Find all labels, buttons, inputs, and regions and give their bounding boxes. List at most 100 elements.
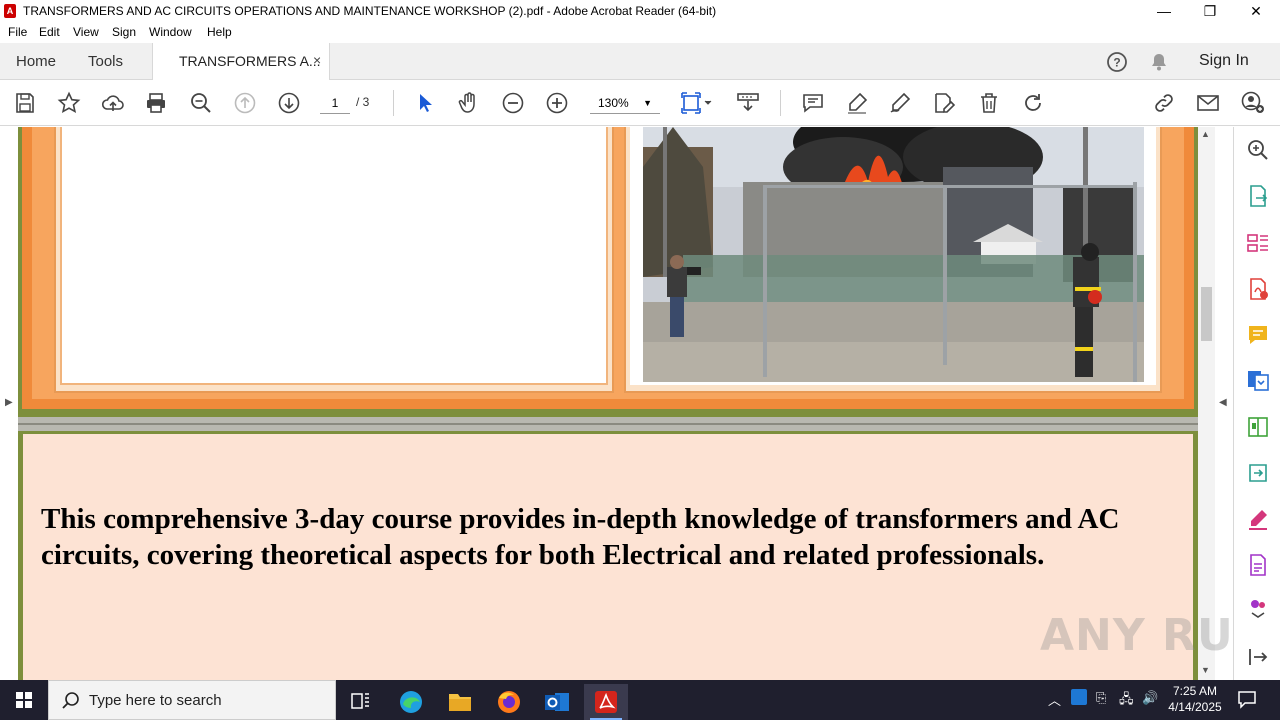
tab-close-icon[interactable]: ×	[313, 52, 321, 68]
tab-tools[interactable]: Tools	[88, 53, 123, 70]
notifications-icon[interactable]	[1236, 688, 1258, 710]
scroll-mode-icon[interactable]	[736, 91, 760, 115]
right-content-box	[624, 127, 1162, 393]
rotate-icon[interactable]	[1021, 91, 1045, 115]
zoom-in-icon[interactable]	[545, 91, 569, 115]
maximize-button[interactable]: ❐	[1187, 0, 1233, 22]
fill-sign-icon[interactable]	[1246, 507, 1270, 531]
create-pdf-icon[interactable]	[1246, 277, 1270, 301]
fit-page-icon[interactable]	[680, 91, 714, 115]
collapse-right-icon[interactable]: ◀	[1219, 397, 1227, 408]
page-up-icon[interactable]	[233, 91, 257, 115]
select-arrow-icon[interactable]	[413, 91, 437, 115]
file-explorer-icon[interactable]	[438, 684, 482, 720]
help-icon[interactable]: ?	[1106, 51, 1128, 73]
collapse-panel-icon[interactable]	[1246, 645, 1270, 669]
organize-pages-icon[interactable]	[1246, 231, 1270, 255]
sign-icon[interactable]	[888, 91, 912, 115]
document-viewport[interactable]: ▶ This comprehensive 3-day course provid…	[0, 127, 1233, 680]
scrollbar-thumb[interactable]	[1201, 287, 1212, 341]
edit-icon[interactable]	[932, 91, 956, 115]
right-panel-toggle[interactable]: ◀	[1215, 127, 1233, 680]
scroll-down-icon[interactable]: ▼	[1201, 665, 1210, 675]
menu-help[interactable]: Help	[207, 25, 232, 39]
send-for-review-icon[interactable]	[1246, 461, 1270, 485]
page-number-input[interactable]: 1	[320, 92, 350, 114]
title-bar: A TRANSFORMERS AND AC CIRCUITS OPERATION…	[0, 0, 1280, 22]
minimize-button[interactable]: —	[1141, 0, 1187, 22]
compress-icon[interactable]	[1246, 415, 1270, 439]
link-icon[interactable]	[1152, 91, 1176, 115]
expand-left-icon[interactable]: ▶	[5, 397, 13, 408]
upload-icon[interactable]	[101, 91, 125, 115]
left-content-box	[54, 127, 614, 393]
close-window-button[interactable]: ✕	[1233, 0, 1279, 22]
taskbar-clock[interactable]: 7:25 AM 4/14/2025	[1162, 683, 1228, 715]
search-zoom-icon[interactable]	[1246, 138, 1270, 162]
substation-fire-photo	[643, 127, 1144, 382]
acrobat-app-icon: A	[4, 4, 16, 18]
tray-outlook-icon[interactable]	[1071, 689, 1087, 705]
window-title: TRANSFORMERS AND AC CIRCUITS OPERATIONS …	[23, 4, 717, 18]
clock-date: 4/14/2025	[1168, 700, 1222, 714]
task-view-icon[interactable]	[338, 684, 382, 720]
menu-edit[interactable]: Edit	[39, 25, 60, 39]
zoom-search-icon[interactable]	[189, 91, 213, 115]
page-down-icon[interactable]	[277, 91, 301, 115]
toolbar-divider	[780, 90, 781, 116]
export-pdf-icon[interactable]	[1246, 184, 1270, 208]
tools-side-panel	[1233, 127, 1280, 680]
volume-icon[interactable]: 🔊	[1142, 690, 1158, 706]
windows-taskbar: Type here to search ︿ ⎘ 🖧 🔊 7:25 AM 4/14…	[0, 680, 1280, 720]
taskbar-search-box[interactable]: Type here to search	[48, 680, 336, 720]
delete-icon[interactable]	[977, 91, 1001, 115]
tray-device-icon[interactable]: ⎘	[1096, 690, 1106, 706]
highlight-icon[interactable]	[845, 91, 869, 115]
left-panel-toggle[interactable]: ▶	[0, 127, 18, 680]
more-tools-icon[interactable]	[1246, 595, 1270, 619]
comment-icon[interactable]	[801, 91, 825, 115]
acrobat-taskbar-icon[interactable]	[584, 684, 628, 720]
zoom-select[interactable]: 130% ▼	[590, 92, 660, 114]
print-icon[interactable]	[144, 91, 168, 115]
mail-icon[interactable]	[1196, 91, 1220, 115]
clock-time: 7:25 AM	[1172, 684, 1218, 698]
menu-file[interactable]: File	[8, 25, 27, 39]
star-icon[interactable]	[57, 91, 81, 115]
zoom-value: 130%	[598, 96, 629, 110]
firefox-icon[interactable]	[487, 684, 531, 720]
network-icon[interactable]: 🖧	[1119, 690, 1134, 712]
tab-document-label: TRANSFORMERS A...	[179, 53, 321, 69]
vertical-scrollbar[interactable]: ▲ ▼	[1198, 127, 1215, 680]
tray-chevron-up-icon[interactable]: ︿	[1048, 690, 1061, 709]
page-total: / 3	[356, 95, 370, 109]
svg-text:?: ?	[1113, 56, 1120, 70]
blank-content-panel	[60, 127, 608, 385]
course-description-text: This comprehensive 3-day course provides…	[41, 503, 1120, 571]
menu-sign[interactable]: Sign	[112, 25, 136, 39]
section-separator	[18, 417, 1198, 431]
edge-browser-icon[interactable]	[389, 684, 433, 720]
menu-bar: File Edit View Sign Window Help	[0, 22, 1280, 43]
zoom-out-icon[interactable]	[501, 91, 525, 115]
chevron-down-icon: ▼	[643, 98, 652, 108]
share-user-icon[interactable]	[1241, 91, 1265, 115]
tab-document[interactable]: TRANSFORMERS A... ×	[152, 43, 330, 80]
hand-icon[interactable]	[457, 91, 481, 115]
tab-home[interactable]: Home	[16, 53, 56, 70]
menu-view[interactable]: View	[73, 25, 99, 39]
bell-icon[interactable]	[1149, 52, 1169, 72]
pdf-page: This comprehensive 3-day course provides…	[18, 127, 1198, 680]
sign-in-button[interactable]: Sign In	[1199, 52, 1249, 70]
menu-window[interactable]: Window	[149, 25, 192, 39]
toolbar-divider	[393, 90, 394, 116]
combine-files-icon[interactable]	[1246, 368, 1270, 392]
save-icon[interactable]	[13, 91, 37, 115]
scroll-up-icon[interactable]: ▲	[1201, 129, 1210, 139]
start-button[interactable]	[0, 680, 48, 720]
tab-row: Home Tools TRANSFORMERS A... × ? Sign In	[0, 43, 1280, 80]
edit-pdf-icon[interactable]	[1246, 553, 1270, 577]
outlook-icon[interactable]	[535, 684, 579, 720]
comment-tool-icon[interactable]	[1246, 323, 1270, 347]
search-icon	[61, 691, 81, 711]
